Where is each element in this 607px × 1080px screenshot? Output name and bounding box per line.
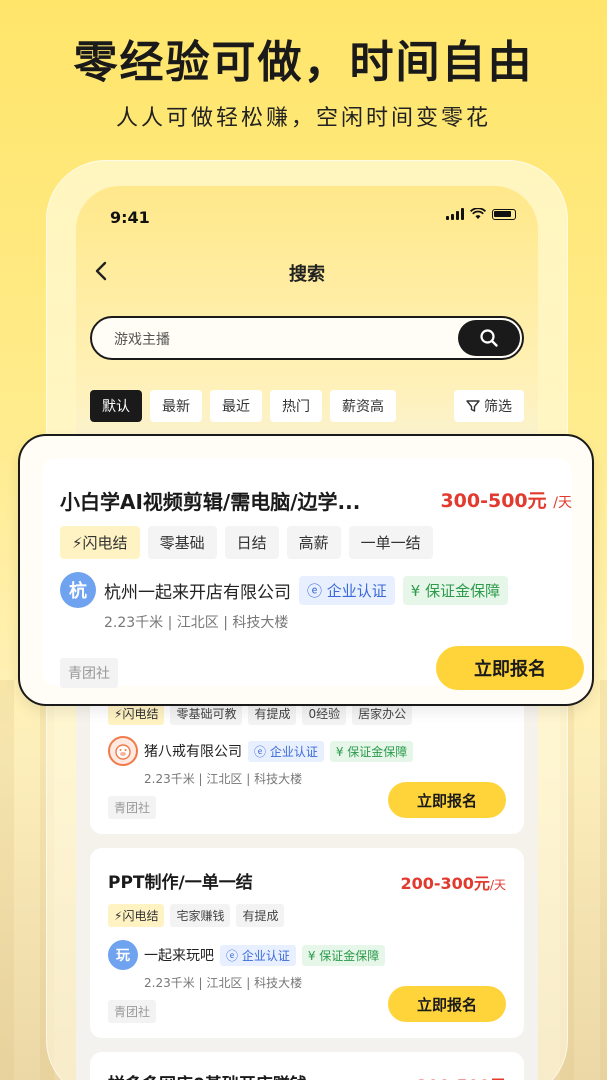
job-title: 小白学AI视频剪辑/需电脑/边学... xyxy=(60,490,361,514)
battery-icon xyxy=(492,208,516,220)
signal-icon xyxy=(446,208,464,220)
status-time: 9:41 xyxy=(110,208,150,227)
deposit-badge: ¥ 保证金保障 xyxy=(329,740,414,762)
status-icons xyxy=(446,208,516,220)
tag: 日结 xyxy=(224,526,279,559)
page-title: 搜索 xyxy=(289,264,325,285)
back-button[interactable] xyxy=(94,260,108,288)
source-badge: 青团社 xyxy=(108,796,157,819)
apply-button[interactable]: 立即报名 xyxy=(388,986,506,1022)
location: 2.23千米 | 江北区 | 科技大楼 xyxy=(144,976,303,990)
job-salary: 200-500元 xyxy=(417,1072,506,1080)
tag: 零基础 xyxy=(147,526,217,559)
filter-button[interactable]: 筛选 xyxy=(454,390,524,422)
job-tags: ⚡闪电结 宅家赚钱 有提成 xyxy=(108,904,285,927)
source-badge: 青团社 xyxy=(60,658,118,688)
company-row: 杭 杭州一起来开店有限公司 ⓔ 企业认证 ¥ 保证金保障 xyxy=(60,572,509,608)
tab-nearest[interactable]: 最近 xyxy=(210,390,262,422)
search-button[interactable] xyxy=(458,320,520,356)
tab-high-salary[interactable]: 薪资高 xyxy=(330,390,396,422)
deposit-badge: ¥ 保证金保障 xyxy=(402,575,509,605)
tab-newest[interactable]: 最新 xyxy=(150,390,202,422)
avatar: 玩 xyxy=(108,940,138,970)
tag: 高薪 xyxy=(286,526,341,559)
featured-job-card[interactable]: 小白学AI视频剪辑/需电脑/边学... 300-500元 /天 ⚡闪电结 零基础… xyxy=(42,458,584,690)
featured-job-popup[interactable]: 小白学AI视频剪辑/需电脑/边学... 300-500元 /天 ⚡闪电结 零基础… xyxy=(18,434,594,706)
tag: 宅家赚钱 xyxy=(170,904,231,927)
pig-logo-icon xyxy=(108,736,138,766)
job-title: PPT制作/一单一结 xyxy=(108,873,253,893)
tag: 一单一结 xyxy=(348,526,433,559)
search-bar[interactable]: 游戏主播 xyxy=(90,316,524,360)
tab-hot[interactable]: 热门 xyxy=(270,390,322,422)
location: 2.23千米 | 江北区 | 科技大楼 xyxy=(104,615,289,631)
job-salary: 300-500元 /天 xyxy=(440,490,572,512)
tag-flash: ⚡闪电结 xyxy=(60,526,140,559)
enterprise-badge: ⓔ 企业认证 xyxy=(299,575,395,605)
search-input[interactable]: 游戏主播 xyxy=(114,329,170,349)
company-row: 玩 一起来玩吧 ⓔ 企业认证 ¥ 保证金保障 xyxy=(108,940,386,970)
filter-icon xyxy=(466,400,480,412)
company-name: 一起来玩吧 xyxy=(144,948,214,964)
apply-button[interactable]: 立即报名 xyxy=(436,646,584,690)
promo-subline: 人人可做轻松赚，空闲时间变零花 xyxy=(115,106,491,131)
tab-default[interactable]: 默认 xyxy=(90,390,142,422)
location: 2.23千米 | 江北区 | 科技大楼 xyxy=(144,772,303,786)
tag: 有提成 xyxy=(236,904,285,927)
wifi-icon xyxy=(470,208,486,219)
job-tags: ⚡闪电结 零基础 日结 高薪 一单一结 xyxy=(60,526,433,559)
search-icon xyxy=(480,329,498,347)
enterprise-badge: ⓔ 企业认证 xyxy=(220,944,296,966)
chevron-left-icon xyxy=(95,261,107,281)
filter-label: 筛选 xyxy=(484,399,512,415)
job-card[interactable]: PPT制作/一单一结 200-300元/天 ⚡闪电结 宅家赚钱 有提成 玩 一起… xyxy=(90,848,524,1038)
company-name: 杭州一起来开店有限公司 xyxy=(104,582,291,603)
sort-tabs: 默认 最新 最近 热门 薪资高 xyxy=(90,390,396,422)
enterprise-badge: ⓔ 企业认证 xyxy=(248,740,324,762)
job-card[interactable]: 拼多多网店0基础开店赚钱 200-500元 xyxy=(90,1052,524,1080)
avatar: 杭 xyxy=(60,572,96,608)
deposit-badge: ¥ 保证金保障 xyxy=(301,944,386,966)
company-row: 猪八戒有限公司 ⓔ 企业认证 ¥ 保证金保障 xyxy=(108,736,414,766)
job-salary: 200-300元/天 xyxy=(400,874,507,893)
company-name: 猪八戒有限公司 xyxy=(144,744,242,760)
apply-button[interactable]: 立即报名 xyxy=(388,782,506,818)
source-badge: 青团社 xyxy=(108,1000,157,1023)
promo-headline: 零经验可做，时间自由 xyxy=(73,37,534,88)
tag-flash: ⚡闪电结 xyxy=(108,904,165,927)
job-title: 拼多多网店0基础开店赚钱 xyxy=(108,1070,307,1080)
